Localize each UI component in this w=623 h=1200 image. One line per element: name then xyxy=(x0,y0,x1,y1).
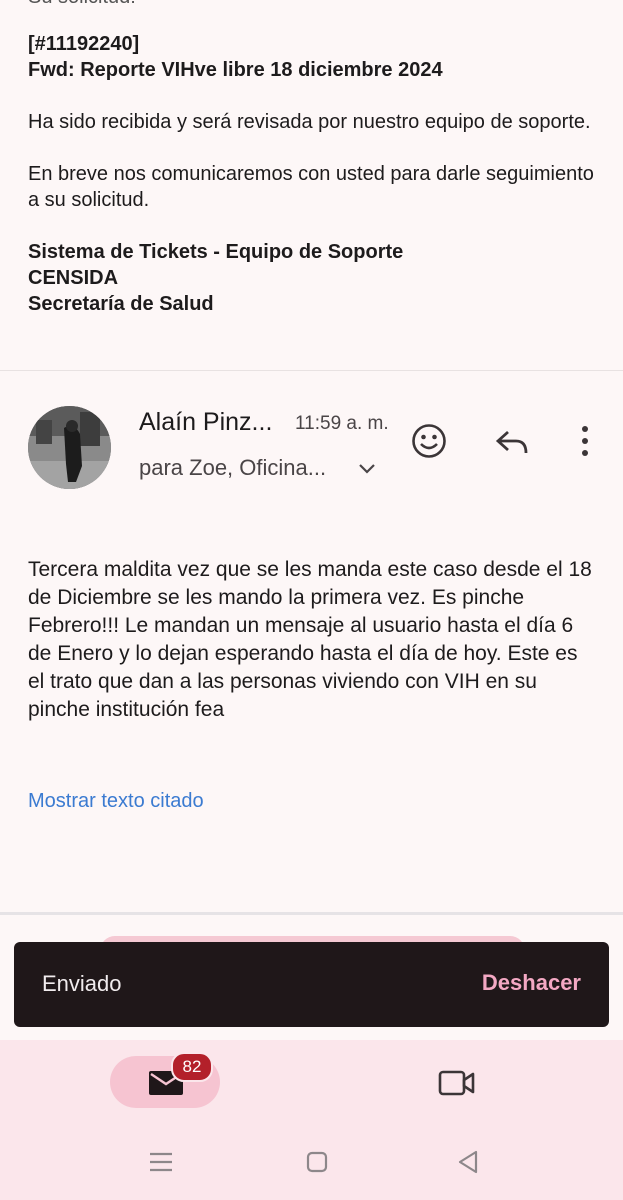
message-time: 11:59 a. m. xyxy=(295,413,389,434)
ticket-line-followup: En breve nos comunicaremos con usted par… xyxy=(28,163,594,211)
more-vert-icon[interactable] xyxy=(572,424,598,460)
snackbar-message: Enviado xyxy=(42,971,122,996)
signature-line-2: CENSIDA xyxy=(28,267,119,289)
message-body: Tercera maldita vez que se les manda est… xyxy=(28,558,592,721)
sent-snackbar: Enviado Deshacer xyxy=(14,942,609,1027)
unread-count-badge: 82 xyxy=(171,1052,213,1082)
ticket-confirmation: [#11192240] Fwd: Reporte VIHve libre 18 … xyxy=(28,31,608,317)
signature-line-1: Sistema de Tickets - Equipo de Soporte xyxy=(28,241,404,263)
undo-button[interactable]: Deshacer xyxy=(482,970,581,996)
sender-name[interactable]: Alaín Pinz... xyxy=(139,408,272,437)
bottom-separator xyxy=(0,912,623,915)
ticket-subject: Fwd: Reporte VIHve libre 18 diciembre 20… xyxy=(28,59,443,81)
reply-icon[interactable] xyxy=(494,424,530,460)
ticket-id: [#11192240] xyxy=(28,33,140,55)
home-icon[interactable] xyxy=(305,1150,329,1174)
clipped-text: Su solicitud: xyxy=(28,0,136,9)
ticket-line-received: Ha sido recibida y será revisada por nue… xyxy=(28,111,591,133)
video-icon[interactable] xyxy=(438,1068,476,1098)
show-quoted-text-link[interactable]: Mostrar texto citado xyxy=(28,790,204,813)
bottom-navigation xyxy=(0,1040,623,1200)
signature-line-3: Secretaría de Salud xyxy=(28,293,214,315)
emoji-icon[interactable] xyxy=(410,422,448,460)
recipients-summary[interactable]: para Zoe, Oficina... xyxy=(139,455,326,481)
chevron-down-icon[interactable] xyxy=(357,458,377,478)
recent-apps-icon[interactable] xyxy=(148,1150,174,1174)
sender-avatar[interactable] xyxy=(28,406,111,489)
back-icon[interactable] xyxy=(456,1149,480,1175)
message-divider xyxy=(0,370,623,371)
